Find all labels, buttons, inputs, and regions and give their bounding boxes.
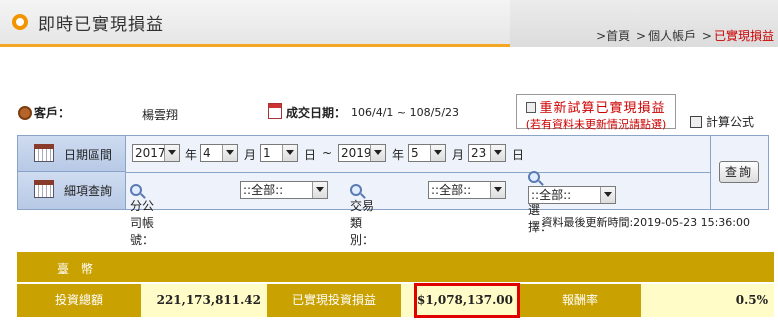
last-updated: 資料最後更新時間:2019-05-23 15:36:00 <box>541 216 750 229</box>
month-unit: 月 <box>244 148 257 162</box>
formula-label: 計算公式 <box>706 115 755 129</box>
breadcrumb-account[interactable]: 個人帳戶 <box>648 29 696 43</box>
divider <box>126 172 710 173</box>
query-button-cell: 查詢 <box>710 136 768 209</box>
to-year-select[interactable]: 2019 <box>338 144 386 162</box>
stock-select[interactable]: ::全部:: <box>528 186 616 204</box>
header-accent-bar <box>0 44 510 47</box>
chevron-down-icon <box>430 145 445 161</box>
currency-header: 臺 幣 <box>17 252 774 282</box>
search-icon <box>350 184 362 196</box>
calendar-icon <box>34 144 54 162</box>
formula-button[interactable]: 計算公式 <box>690 113 754 130</box>
highlight-box <box>414 283 520 318</box>
month-unit: 月 <box>452 148 465 162</box>
recalculate-label: 重新試算已實現損益 <box>539 101 666 116</box>
trade-type-select[interactable]: ::全部:: <box>428 181 506 199</box>
calendar-icon <box>268 103 282 119</box>
invest-total-label: 投資總額 <box>54 293 103 307</box>
to-month-select[interactable]: 5 <box>408 144 446 162</box>
year-unit: 年 <box>392 148 405 162</box>
breadcrumb-home[interactable]: 首頁 <box>606 29 630 43</box>
date-range-label: 日期區間 <box>64 148 113 162</box>
customer-label-text: 客戶： <box>34 106 71 120</box>
search-icon <box>528 171 540 183</box>
to-day-select[interactable]: 23 <box>468 144 506 162</box>
page-title: 即時已實現損益 <box>38 15 164 35</box>
chevron-down-icon <box>222 145 237 161</box>
chevron-down-icon <box>490 145 505 161</box>
day-unit: 日 <box>512 148 525 162</box>
chevron-down-icon <box>490 182 505 198</box>
customer-icon <box>18 106 32 120</box>
range-separator: ~ <box>322 146 333 160</box>
detail-query-label: 細項查詢 <box>64 184 113 198</box>
branch-select[interactable]: ::全部:: <box>240 181 328 199</box>
breadcrumb-arrow-icon: > <box>701 29 712 43</box>
trade-date-label: 成交日期： <box>286 106 347 120</box>
breadcrumb: >首頁 > 個人帳戶 > 已實現損益 <box>596 27 774 44</box>
from-year-select[interactable]: 2017 <box>132 144 180 162</box>
recalculate-icon <box>526 102 537 113</box>
return-rate-label: 報酬率 <box>561 293 598 307</box>
date-range-header: 日期區間 <box>18 136 126 172</box>
branch-label: 分公司帳號： <box>130 199 155 247</box>
formula-icon <box>690 116 702 128</box>
query-panel: 日期區間 細項查詢 2017 年 4 月 1 日 ~ 2019 年 5 月 23… <box>17 135 769 247</box>
trade-date-value: 106/4/1 ~ 108/5/23 <box>351 106 460 119</box>
chevron-down-icon <box>600 187 615 203</box>
breadcrumb-arrow-icon: > <box>596 29 607 43</box>
year-unit: 年 <box>185 148 198 162</box>
summary-row: 投資總額 221,173,811.42 已實現投資損益 $1,078,137.0… <box>17 284 774 317</box>
title-circle-icon <box>12 14 28 30</box>
chevron-down-icon <box>370 145 385 161</box>
recalculate-note: (若有資料未更新情況請點選) <box>525 118 667 131</box>
recalculate-button[interactable]: 重新試算已實現損益 (若有資料未更新情況請點選) <box>516 94 676 131</box>
detail-query-header: 細項查詢 <box>18 172 126 209</box>
trade-type-label: 交易類別： <box>350 199 375 247</box>
query-button[interactable]: 查詢 <box>719 161 759 183</box>
customer-value: 楊雲翔 <box>142 108 179 122</box>
chevron-down-icon <box>164 145 179 161</box>
chevron-down-icon <box>282 145 297 161</box>
currency-label: 臺 幣 <box>57 262 97 276</box>
day-unit: 日 <box>304 148 317 162</box>
from-day-select[interactable]: 1 <box>260 144 298 162</box>
realized-pl-label: 已實現投資損益 <box>291 293 376 307</box>
breadcrumb-arrow-icon: > <box>636 29 647 43</box>
invest-total-value: 221,173,811.42 <box>141 284 267 317</box>
calendar-icon <box>34 180 54 198</box>
breadcrumb-current: 已實現損益 <box>713 29 774 43</box>
from-month-select[interactable]: 4 <box>200 144 238 162</box>
return-rate-value: 0.5% <box>641 284 774 317</box>
search-icon <box>130 184 142 196</box>
customer-label: 客戶： <box>18 104 70 121</box>
chevron-down-icon <box>312 182 327 198</box>
